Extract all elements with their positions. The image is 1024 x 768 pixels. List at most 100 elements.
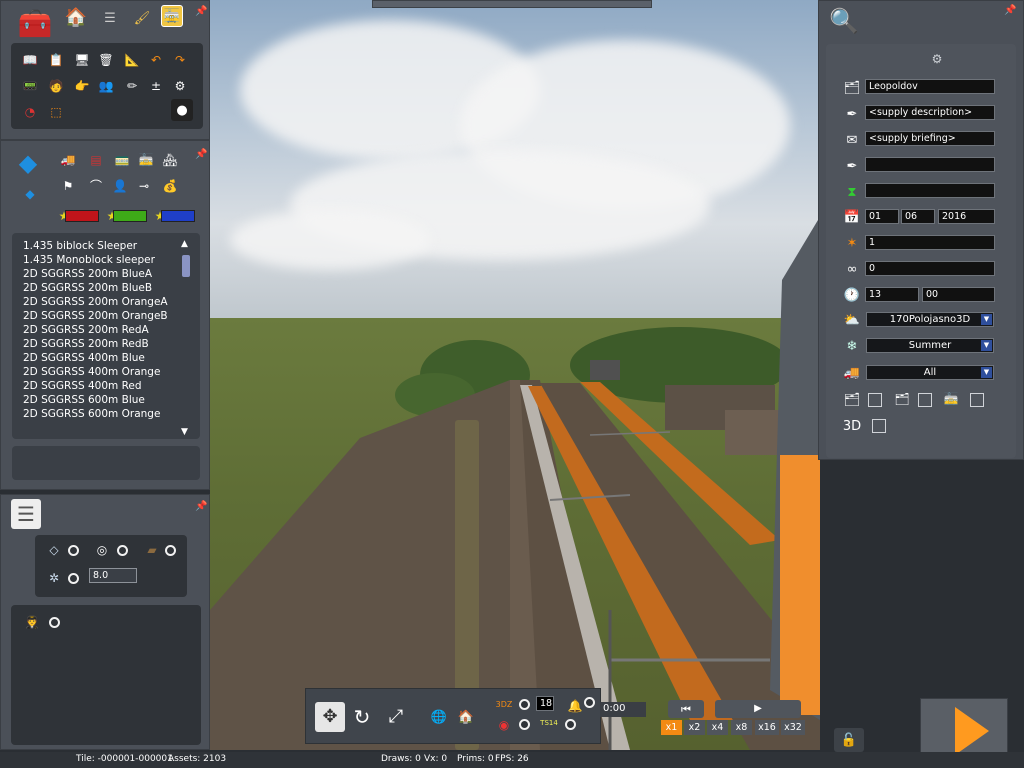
list-item[interactable]: 2D SGGRSS 400m Blue (23, 351, 200, 365)
author-field[interactable] (865, 157, 995, 172)
rewind-icon[interactable]: ⏮ (668, 700, 704, 718)
signal-icon[interactable]: ⚑ (59, 177, 77, 195)
truck-icon[interactable]: 🚚 (59, 151, 77, 169)
list-item[interactable]: 2D SGGRSS 200m RedA (23, 323, 200, 337)
checkbox-3[interactable] (970, 393, 984, 407)
speed-x8[interactable]: x8 (731, 720, 752, 735)
top-drawer-handle[interactable] (372, 0, 652, 8)
person-icon[interactable]: 👤 (111, 177, 129, 195)
track-icon[interactable]: ☰ (99, 7, 121, 29)
year-field[interactable]: 2016 (938, 209, 995, 224)
rating-bar-green[interactable] (113, 210, 147, 222)
list-item[interactable]: 1.435 biblock Sleeper (23, 239, 200, 253)
pin-icon[interactable]: 📌 (195, 149, 207, 161)
chevron-down-icon[interactable]: ▼ (981, 367, 992, 378)
briefing-field[interactable]: <supply briefing> (865, 131, 995, 146)
day-field[interactable]: 01 (865, 209, 899, 224)
scroll-up-icon[interactable]: ▲ (181, 239, 188, 249)
radio-bell[interactable] (584, 697, 595, 708)
people-icon[interactable]: 👥 (97, 77, 115, 95)
play-icon[interactable] (955, 707, 989, 755)
asset-list[interactable]: 1.435 biblock Sleeper 1.435 Monoblock sl… (12, 233, 200, 439)
season-select[interactable]: Summer ▼ (866, 338, 994, 353)
scrollbar-thumb[interactable] (182, 255, 190, 277)
hour-field[interactable]: 13 (865, 287, 919, 302)
filter-select[interactable]: All ▼ (866, 365, 994, 380)
monitor-icon[interactable]: 🖥 (73, 51, 91, 69)
unlock-icon[interactable]: 🔓 (834, 728, 864, 752)
speed-x16[interactable]: x16 (755, 720, 779, 735)
list-item[interactable]: 2D SGGRSS 600m Orange (23, 407, 200, 421)
radio-sleeper[interactable] (165, 545, 176, 556)
description-field[interactable]: <supply description> (865, 105, 995, 120)
bomb-icon[interactable]: ● (171, 99, 193, 121)
cube-small-icon[interactable]: ◆ (21, 185, 39, 203)
pointing-hand-icon[interactable]: 👉 (73, 77, 91, 95)
list-item[interactable]: 2D SGGRSS 600m Blue (23, 393, 200, 407)
checkbox-3d[interactable] (872, 419, 886, 433)
driver-head-icon[interactable]: 🧑‍✈️ (23, 613, 41, 631)
list-item[interactable]: 2D SGGRSS 200m RedB (23, 337, 200, 351)
house-icon[interactable]: 🏘 (161, 151, 179, 169)
ts-label-icon[interactable]: TS14 (540, 714, 558, 732)
home-icon[interactable]: 🏠 (455, 706, 477, 728)
speed-x4[interactable]: x4 (707, 720, 728, 735)
month-field[interactable]: 06 (901, 209, 935, 224)
duration-field[interactable] (865, 183, 995, 198)
setting-field-1[interactable]: 1 (865, 235, 995, 250)
track-section-icon[interactable]: ◉ (495, 716, 513, 734)
rating-bar-blue[interactable] (161, 210, 195, 222)
checklist-icon[interactable]: ☰ (11, 499, 41, 529)
lever-icon[interactable]: ⊸ (135, 177, 153, 195)
speed-x32[interactable]: x32 (781, 720, 805, 735)
3d-viewport[interactable] (210, 0, 820, 750)
scale-icon[interactable]: ⤢ (383, 704, 409, 730)
rating-bar-red[interactable] (65, 210, 99, 222)
speed-x2[interactable]: x2 (684, 720, 705, 735)
pie-icon[interactable]: ◔ (21, 103, 39, 121)
home-icon[interactable]: 🏠 (65, 7, 87, 29)
gears-icon[interactable]: ⚙ (928, 50, 946, 68)
minute-field[interactable]: 00 (922, 287, 995, 302)
spacing-field[interactable]: 8.0 (89, 568, 137, 583)
chevron-down-icon[interactable]: ▼ (981, 314, 992, 325)
screen-icon[interactable]: 📟 (21, 77, 39, 95)
tram-icon[interactable]: 🚋 (137, 151, 155, 169)
scroll-down-icon[interactable]: ▼ (181, 427, 188, 437)
list-item[interactable]: 2D SGGRSS 200m OrangeA (23, 295, 200, 309)
list-item[interactable]: 2D SGGRSS 400m Orange (23, 365, 200, 379)
pin-icon[interactable]: 📌 (195, 501, 207, 513)
globe-icon[interactable]: 🌐 (428, 706, 450, 728)
pin-icon[interactable]: 📌 (1004, 5, 1016, 17)
radio-track[interactable] (519, 719, 530, 730)
magnifier-icon[interactable]: 🔍 (826, 4, 862, 38)
cube-icon[interactable]: ◆ (11, 147, 45, 179)
blueprint-icon[interactable]: 📐 (123, 51, 141, 69)
paintbrush-icon[interactable]: 🖌 (131, 7, 153, 29)
chevron-down-icon[interactable]: ▼ (981, 340, 992, 351)
settings-doc-icon[interactable]: ⚙ (171, 77, 189, 95)
list-item[interactable]: 2D SGGRSS 400m Red (23, 379, 200, 393)
clipboard-icon[interactable]: 📋 (47, 51, 65, 69)
play-small-icon[interactable]: ▶ (715, 700, 801, 718)
list-item[interactable]: 2D SGGRSS 200m BlueA (23, 267, 200, 281)
list-item[interactable]: 1.435 Monoblock sleeper (23, 253, 200, 267)
radio-plane[interactable] (68, 545, 79, 556)
loco-plus-icon[interactable]: ± (147, 77, 165, 95)
select-icon[interactable]: ⬚ (47, 103, 65, 121)
list-item[interactable]: 2D SGGRSS 200m BlueB (23, 281, 200, 295)
rotate-icon[interactable]: ↻ (349, 704, 375, 730)
radio-spacing[interactable] (68, 573, 79, 584)
bell-icon[interactable]: 🔔 (566, 697, 584, 715)
trash-icon[interactable]: 🗑 (97, 51, 115, 69)
sleeper-icon[interactable]: ▰ (143, 541, 161, 559)
session-name-field[interactable]: Leopoldov (865, 79, 995, 94)
spacing-icon[interactable]: ✲ (45, 569, 63, 587)
counter-field[interactable]: 18 (536, 696, 554, 711)
train-icon[interactable]: 🚋 (161, 5, 183, 27)
checkbox-2[interactable] (918, 393, 932, 407)
radio-zoom[interactable] (519, 699, 530, 710)
driver-icon[interactable]: 🧑 (47, 77, 65, 95)
undo-icon[interactable]: ↶ (147, 51, 165, 69)
plane-icon[interactable]: ◇ (45, 541, 63, 559)
